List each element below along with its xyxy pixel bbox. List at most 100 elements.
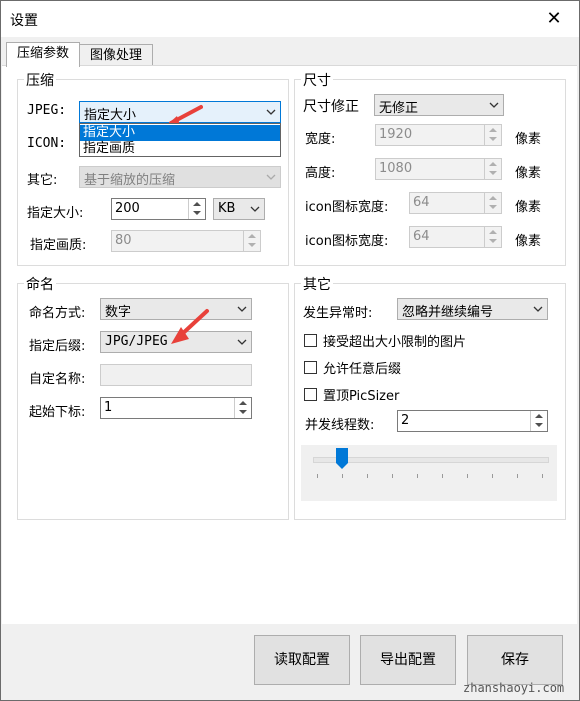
icon-width-unit-1: 像素 (515, 200, 542, 215)
settings-window: 设置 ✕ 压缩参数 图像处理 压缩 JPEG: 指定大小 ICON: 其它: 基… (0, 0, 580, 701)
spinner-down-icon[interactable] (489, 205, 497, 209)
quality-spinner[interactable]: 80 (111, 230, 261, 252)
jpeg-mode-dropdown: 指定大小 指定画质 (79, 123, 281, 157)
start-index-value: 1 (104, 400, 113, 415)
icon-width-spinner-2[interactable]: 64 (409, 226, 502, 248)
target-size-spinner[interactable]: 200 (111, 198, 206, 220)
naming-mode-label: 命名方式: (29, 306, 86, 321)
slider-tick (442, 474, 443, 478)
read-config-button[interactable]: 读取配置 (254, 635, 350, 685)
spinner-down-icon[interactable] (489, 239, 497, 243)
any-suffix-checkbox[interactable] (304, 361, 317, 374)
spinner-down-icon[interactable] (248, 243, 256, 247)
dropdown-option-size[interactable]: 指定大小 (80, 125, 280, 141)
spinner-up-icon[interactable] (239, 401, 247, 405)
accept-oversize-checkbox[interactable] (304, 334, 317, 347)
chevron-down-icon (533, 306, 543, 312)
compress-legend: 压缩 (24, 70, 56, 90)
spinner-down-icon[interactable] (193, 211, 201, 215)
icon-width-spinner-1[interactable]: 64 (409, 192, 502, 214)
chevron-down-icon (266, 109, 276, 115)
slider-tick (467, 474, 468, 478)
width-spinner[interactable]: 1920 (375, 124, 502, 146)
spinner-down-icon[interactable] (535, 423, 543, 427)
chevron-down-icon (489, 102, 499, 108)
target-size-value: 200 (115, 201, 140, 216)
quality-value: 80 (115, 233, 132, 248)
size-fix-select[interactable]: 无修正 (374, 94, 504, 116)
any-suffix-label: 允许任意后缀 (323, 362, 402, 377)
tab-image-processing[interactable]: 图像处理 (79, 44, 153, 67)
threads-value: 2 (401, 413, 410, 428)
other-compress-select[interactable]: 基于缩放的压缩 (79, 166, 281, 188)
slider-tick (317, 474, 318, 478)
spinner-up-icon[interactable] (489, 162, 497, 166)
slider-tick (367, 474, 368, 478)
error-action-select[interactable]: 忽略并继续编号 (397, 298, 548, 320)
spinner-down-icon[interactable] (239, 410, 247, 414)
spinner-down-icon[interactable] (489, 171, 497, 175)
error-action-value: 忽略并继续编号 (402, 305, 494, 320)
always-on-top-label: 置顶PicSizer (323, 389, 400, 404)
chevron-down-icon (250, 206, 260, 212)
dropdown-option-quality[interactable]: 指定画质 (80, 141, 280, 157)
export-config-button[interactable]: 导出配置 (360, 635, 456, 685)
red-arrow-annotation (171, 309, 209, 344)
other-legend: 其它 (301, 274, 333, 294)
close-icon[interactable]: ✕ (541, 7, 567, 31)
jpeg-label: JPEG: (27, 103, 67, 118)
width-value: 1920 (379, 127, 413, 142)
chevron-down-icon (237, 339, 247, 345)
slider-tick (392, 474, 393, 478)
size-unit-select[interactable]: KB (213, 198, 265, 220)
chevron-down-icon (266, 174, 276, 180)
threads-label: 并发线程数: (305, 418, 375, 433)
size-label: 指定大小: (27, 206, 84, 221)
window-title: 设置 (10, 13, 38, 29)
always-on-top-checkbox[interactable] (304, 388, 317, 401)
height-unit: 像素 (515, 166, 542, 181)
size-unit-value: KB (218, 201, 236, 216)
chevron-down-icon (237, 306, 247, 312)
threads-slider-track[interactable] (313, 457, 549, 463)
custom-name-input[interactable] (100, 364, 252, 386)
slider-tick (417, 474, 418, 478)
icon-label: ICON: (27, 136, 67, 151)
tab-compress-params[interactable]: 压缩参数 (6, 42, 80, 67)
threads-spinner[interactable]: 2 (397, 410, 548, 432)
icon-width-label-2: icon图标宽度: (305, 234, 389, 249)
save-button[interactable]: 保存 (467, 635, 563, 685)
spinner-up-icon[interactable] (535, 414, 543, 418)
error-action-label: 发生异常时: (303, 306, 373, 321)
height-label: 高度: (305, 166, 336, 181)
spinner-up-icon[interactable] (489, 230, 497, 234)
threads-slider-thumb[interactable] (336, 448, 348, 470)
spinner-down-icon[interactable] (489, 137, 497, 141)
start-index-spinner[interactable]: 1 (100, 397, 252, 419)
start-index-label: 起始下标: (29, 405, 86, 420)
quality-label: 指定画质: (30, 238, 87, 253)
spinner-up-icon[interactable] (489, 196, 497, 200)
spinner-up-icon[interactable] (248, 234, 256, 238)
slider-tick (342, 474, 343, 478)
slider-tick (517, 474, 518, 478)
spinner-up-icon[interactable] (193, 202, 201, 206)
naming-mode-value: 数字 (105, 305, 132, 320)
slider-tick (542, 474, 543, 478)
height-value: 1080 (379, 161, 413, 176)
accept-oversize-label: 接受超出大小限制的图片 (323, 335, 467, 350)
size-fix-value: 无修正 (379, 101, 419, 116)
watermark: zhanshaoyi.com (463, 681, 565, 695)
height-spinner[interactable]: 1080 (375, 158, 502, 180)
custom-name-label: 自定名称: (29, 372, 86, 387)
suffix-value: JPG/JPEG (105, 334, 168, 349)
width-label: 宽度: (305, 132, 336, 147)
spinner-up-icon[interactable] (489, 128, 497, 132)
slider-tick (492, 474, 493, 478)
icon-width-label-1: icon图标宽度: (305, 200, 389, 215)
suffix-label: 指定后缀: (29, 339, 86, 354)
icon-width-value-1: 64 (413, 195, 430, 210)
width-unit: 像素 (515, 132, 542, 147)
icon-width-value-2: 64 (413, 229, 430, 244)
title-bar: 设置 ✕ (1, 1, 579, 37)
